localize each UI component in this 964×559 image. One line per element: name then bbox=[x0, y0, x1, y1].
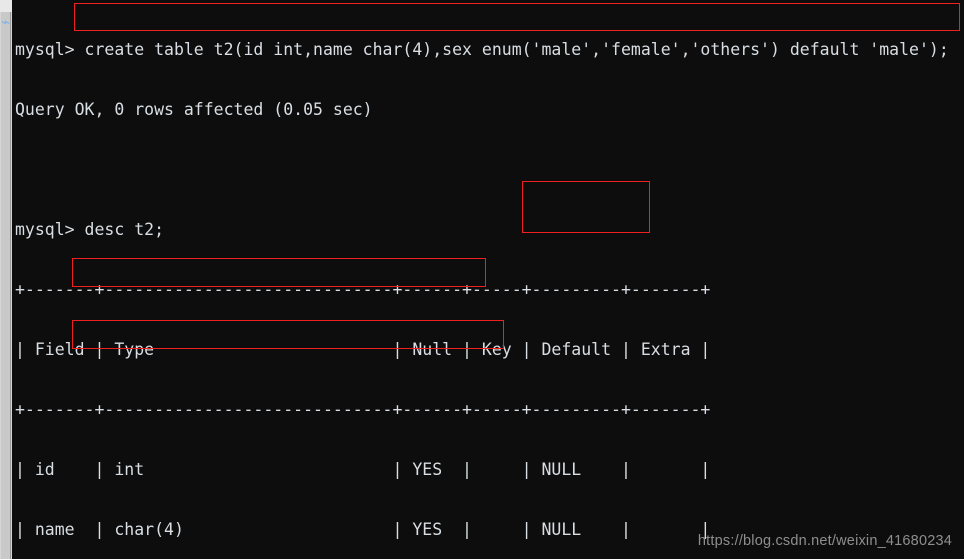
terminal-line: Query OK, 0 rows affected (0.05 sec) bbox=[15, 100, 373, 119]
terminal-line: mysql> desc t2; bbox=[15, 220, 165, 239]
terminal-line: mysql> create table t2(id int,name char(… bbox=[15, 40, 949, 59]
table-row: | id | int | YES | | NULL | | bbox=[15, 460, 711, 479]
terminal-screenshot: ⌁ mysql> create table t2(id int,name cha… bbox=[0, 0, 964, 559]
watermark-url: https://blog.csdn.net/weixin_41680234 bbox=[697, 533, 952, 549]
scrollbar-thumb[interactable] bbox=[1, 0, 11, 559]
scrollbar-top-cap[interactable] bbox=[0, 0, 12, 12]
table-separator: +-------+-----------------------------+-… bbox=[15, 400, 711, 419]
terminal-output: mysql> create table t2(id int,name char(… bbox=[12, 0, 964, 559]
scrollbar-track[interactable] bbox=[0, 0, 12, 559]
table-header-row: | Field | Type | Null | Key | Default | … bbox=[15, 340, 711, 359]
table-separator: +-------+-----------------------------+-… bbox=[15, 280, 711, 299]
